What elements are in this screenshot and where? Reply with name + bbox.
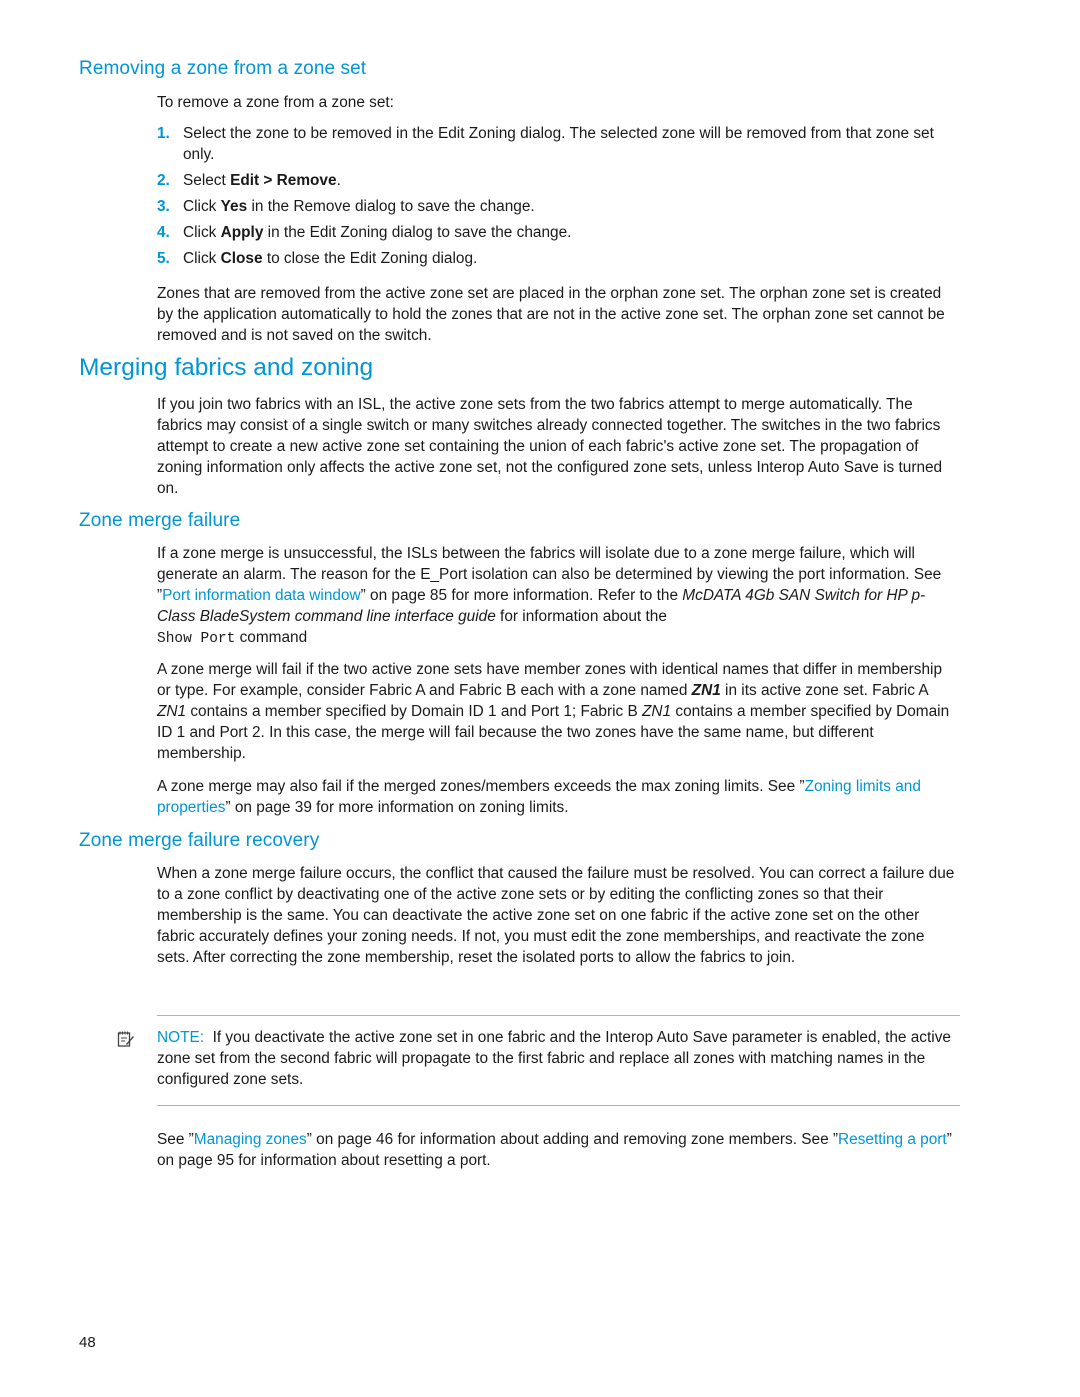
text: Select the zone to be removed in the Edi… xyxy=(183,125,934,163)
removal-step: 3. Click Yes in the Remove dialog to save… xyxy=(157,196,957,217)
step-number: 2. xyxy=(157,172,170,189)
removal-step: 5. Click Close to close the Edit Zoning d… xyxy=(157,248,957,269)
merge-failure-paragraph-3: A zone merge may also fail if the merged… xyxy=(157,776,957,818)
text: to close the Edit Zoning dialog. xyxy=(262,250,478,267)
text: ” on page 85 for more information. Refer… xyxy=(360,587,683,604)
removal-step: 1. Select the zone to be removed in the E… xyxy=(157,123,957,165)
note-text: NOTE: If you deactivate the active zone … xyxy=(157,1027,957,1090)
removal-step: 2. Select Edit > Remove. xyxy=(157,170,957,191)
link-resetting-a-port[interactable]: Resetting a port xyxy=(838,1131,947,1148)
text: See ” xyxy=(157,1131,194,1148)
step-number: 5. xyxy=(157,250,170,267)
zone-name-zn1: ZN1 xyxy=(157,703,187,720)
text: Click xyxy=(183,250,221,267)
recovery-paragraph: When a zone merge failure occurs, the co… xyxy=(157,865,955,966)
text: in the Edit Zoning dialog to save the ch… xyxy=(263,224,572,241)
text: ” on page 39 for more information on zon… xyxy=(225,799,569,816)
link-port-information-data-window[interactable]: Port information data window xyxy=(162,587,360,604)
orphan-zone-set-paragraph: Zones that are removed from the active z… xyxy=(157,285,945,344)
section-heading-removing-zone: Removing a zone from a zone set xyxy=(79,58,367,79)
removing-intro: To remove a zone from a zone set: xyxy=(157,94,394,111)
text: . xyxy=(336,172,341,189)
text: in the Remove dialog to save the change. xyxy=(247,198,535,215)
text: If you deactivate the active zone set in… xyxy=(157,1029,951,1088)
zone-name-zn1: ZN1 xyxy=(642,703,672,720)
note-top-rule xyxy=(157,1015,960,1016)
show-port-command: Show Port xyxy=(157,631,236,647)
text: for information about the xyxy=(495,608,667,625)
removal-step: 4. Click Apply in the Edit Zoning dialog … xyxy=(157,222,957,243)
removal-steps-list: 1. Select the zone to be removed in the E… xyxy=(157,123,957,274)
text: ” on page 46 for information about addin… xyxy=(306,1131,839,1148)
note-bottom-rule xyxy=(157,1105,960,1106)
merge-failure-paragraph-1: If a zone merge is unsuccessful, the ISL… xyxy=(157,543,957,650)
link-managing-zones[interactable]: Managing zones xyxy=(194,1131,307,1148)
text: contains a member specified by Domain ID… xyxy=(186,703,643,720)
step-number: 4. xyxy=(157,224,170,241)
ui-command: Edit > Remove xyxy=(230,172,337,189)
ui-command: Close xyxy=(220,250,263,267)
merge-failure-paragraph-2: A zone merge will fail if the two active… xyxy=(157,659,957,764)
step-number: 1. xyxy=(157,125,170,142)
note-icon xyxy=(117,1031,134,1047)
section-heading-zone-merge-failure: Zone merge failure xyxy=(79,510,241,531)
text: in its active zone set. Fabric A xyxy=(720,682,928,699)
text: Click xyxy=(183,198,221,215)
text: command xyxy=(235,629,308,646)
merging-paragraph: If you join two fabrics with an ISL, the… xyxy=(157,396,943,497)
section-heading-zone-merge-failure-recovery: Zone merge failure recovery xyxy=(79,830,320,851)
section-heading-merging-fabrics: Merging fabrics and zoning xyxy=(79,354,374,381)
note-label: NOTE: xyxy=(157,1029,205,1046)
text: Select xyxy=(183,172,231,189)
text: Click xyxy=(183,224,221,241)
ui-command: Yes xyxy=(220,198,248,215)
see-also-paragraph: See ”Managing zones” on page 46 for info… xyxy=(157,1129,957,1171)
step-number: 3. xyxy=(157,198,170,215)
text: A zone merge may also fail if the merged… xyxy=(157,778,805,795)
zone-name-zn1: ZN1 xyxy=(691,682,721,699)
page-number: 48 xyxy=(79,1334,96,1351)
ui-command: Apply xyxy=(220,224,264,241)
